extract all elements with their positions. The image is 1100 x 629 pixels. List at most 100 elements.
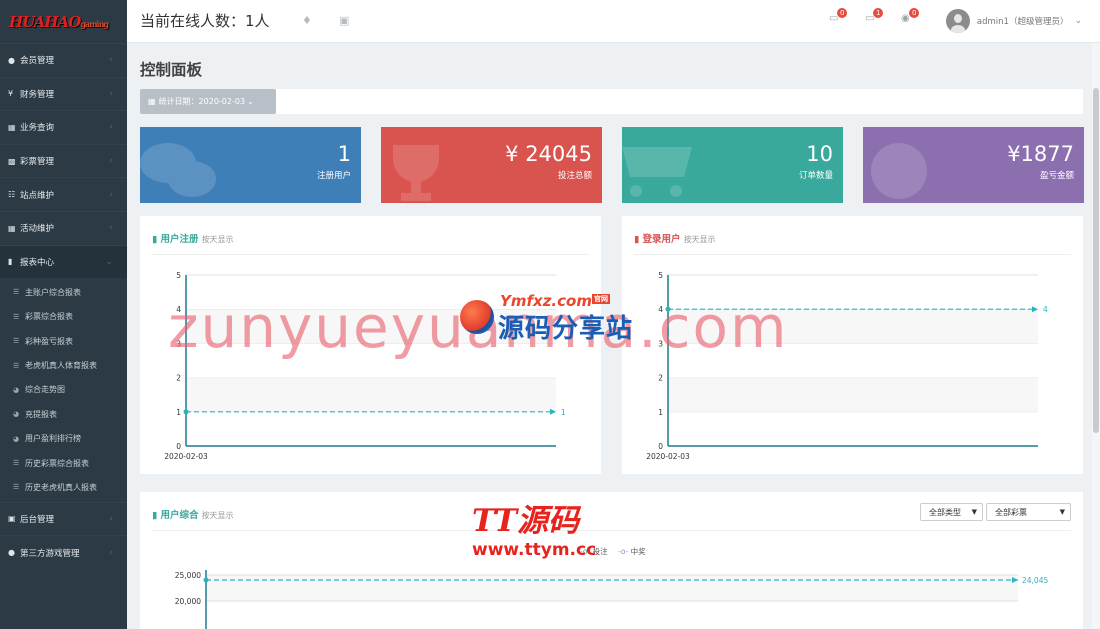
- submenu-item[interactable]: ☰ 老虎机真人体育报表: [0, 353, 127, 377]
- scrollbar[interactable]: [1092, 43, 1100, 629]
- stat-card-bets[interactable]: ¥ 24045 投注总额: [381, 127, 602, 203]
- sidebar-item-label: 活动维护: [20, 224, 55, 235]
- legend-item-win[interactable]: -o- 中奖: [618, 546, 646, 557]
- stat-label: 盈亏金额: [1039, 171, 1074, 181]
- chevron-left-icon: ‹: [109, 156, 113, 167]
- date-bar: ▦ 统计日期：2020-02-03 ⌄: [140, 89, 1083, 114]
- submenu-item[interactable]: ◕ 综合走势图: [0, 378, 127, 402]
- stat-card-registered[interactable]: 1 注册用户: [140, 127, 361, 203]
- sidebar: HUAHAOgaming ● 会员管理 ‹ ¥ 财务管理 ‹ ▦ 业务查询 ‹ …: [0, 0, 127, 629]
- grid-icon: ▦: [8, 122, 16, 132]
- legend-item-bet[interactable]: -o- 投注: [580, 546, 608, 557]
- submenu-item[interactable]: ☰ 彩票综合报表: [0, 305, 127, 329]
- avatar: [945, 9, 970, 33]
- bell-icon[interactable]: ♦: [302, 14, 312, 27]
- logo-text: HUAHAOgaming: [9, 12, 109, 31]
- chevron-left-icon: ‹: [109, 513, 113, 524]
- y-tick-label: 2: [176, 374, 181, 383]
- sidebar-item-label: 后台管理: [20, 514, 55, 525]
- yen-icon: ¥: [8, 89, 14, 99]
- sidebar-item-label: 站点维护: [20, 190, 55, 201]
- submenu-item[interactable]: ☰ 彩种盈亏报表: [0, 329, 127, 353]
- lottery-select[interactable]: 全部彩票 ▼: [986, 503, 1071, 521]
- y-tick-label: 0: [658, 442, 663, 451]
- watermark-text: zunyueyuanma.com: [168, 293, 789, 361]
- sidebar-item-third-party[interactable]: ● 第三方游戏管理 ‹: [0, 535, 127, 569]
- sidebar-item-admin[interactable]: ▣ 后台管理 ‹: [0, 501, 127, 536]
- inbox-notification[interactable]: ▭ 0: [829, 8, 848, 27]
- sidebar-item-label: 会员管理: [20, 56, 55, 67]
- chevron-left-icon: ‹: [109, 88, 113, 99]
- data-point: [183, 409, 189, 415]
- y-tick-label: 1: [176, 408, 181, 417]
- submenu-item[interactable]: ◕ 充提报表: [0, 402, 127, 426]
- list-icon: ☰: [13, 483, 20, 492]
- chevron-down-icon: ⌄: [105, 256, 113, 267]
- stat-card-profit[interactable]: ¥1877 盈亏金额: [863, 127, 1084, 203]
- y-tick-label: 2: [658, 374, 663, 383]
- y-tick-label: 5: [658, 271, 663, 280]
- grid-band: [668, 411, 1038, 446]
- chevron-left-icon: ‹: [109, 189, 113, 200]
- user-menu[interactable]: admin1（超级管理员） ⌄: [945, 9, 1082, 33]
- x-tick-label: 2020-02-03: [646, 452, 690, 461]
- list-icon: ☰: [13, 337, 20, 346]
- chevron-down-icon: ⌄: [1074, 16, 1082, 26]
- grid-band: [206, 575, 1018, 601]
- dropdown-arrow-icon: ▼: [971, 508, 977, 516]
- camera-notification[interactable]: ◉ 0: [901, 8, 920, 27]
- list-icon: ☰: [13, 288, 20, 297]
- sidebar-item-label: 第三方游戏管理: [20, 548, 80, 559]
- data-point: [203, 577, 209, 583]
- type-select[interactable]: 全部类型 ▼: [920, 503, 983, 521]
- cart-icon: [622, 147, 692, 197]
- lock-icon[interactable]: ▣: [339, 14, 349, 27]
- user-name: admin1（超级管理员）: [976, 17, 1069, 27]
- dropdown-arrow-icon: ▼: [1059, 508, 1065, 516]
- data-label: 4: [1043, 305, 1048, 314]
- chevron-left-icon: ‹: [109, 223, 113, 234]
- y-tick-label: 25,000: [175, 571, 201, 580]
- topbar: 当前在线人数：1人 ♦ ▣ ▭ 0 ▭ 1 ◉ 0 admin1（超级管理员） …: [127, 0, 1100, 43]
- y-tick-label: 0: [176, 442, 181, 451]
- submenu-item[interactable]: ◕ 用户盈利排行榜: [0, 427, 127, 451]
- y-tick-label: 20,000: [175, 597, 201, 606]
- chevron-left-icon: ‹: [109, 55, 113, 66]
- stat-card-orders[interactable]: 10 订单数量: [622, 127, 843, 203]
- desktop-icon: ▣: [8, 514, 16, 524]
- logo[interactable]: HUAHAOgaming: [0, 0, 127, 43]
- sidebar-item-label: 报表中心: [20, 257, 55, 268]
- user-icon: ●: [8, 55, 15, 65]
- tray-notification[interactable]: ▭ 1: [865, 8, 884, 27]
- calendar-icon: ▦: [8, 223, 16, 233]
- sidebar-item-label: 财务管理: [20, 89, 55, 100]
- sitemap-icon: ☷: [8, 190, 16, 200]
- stat-label: 投注总额: [557, 171, 592, 181]
- sidebar-item-lottery[interactable]: ▩ 彩票管理 ‹: [0, 143, 127, 178]
- submenu-item[interactable]: ☰ 历史老虎机真人报表: [0, 475, 127, 499]
- sidebar-item-label: 业务查询: [20, 123, 55, 134]
- sidebar-item-finance[interactable]: ¥ 财务管理 ‹: [0, 76, 127, 111]
- sidebar-item-reports[interactable]: ▮ 报表中心 ⌄: [0, 244, 127, 279]
- sidebar-item-activity[interactable]: ▦ 活动维护 ‹: [0, 210, 127, 245]
- chevron-left-icon: ‹: [109, 122, 113, 133]
- notification-badge: 1: [873, 8, 884, 18]
- stat-value: ¥ 24045: [505, 142, 592, 166]
- chevron-down-icon: ⌄: [247, 97, 254, 106]
- bar-chart-icon: ▮: [8, 257, 13, 267]
- scrollbar-thumb[interactable]: [1093, 88, 1099, 433]
- submenu-item[interactable]: ☰ 历史彩票综合报表: [0, 451, 127, 475]
- online-count: 当前在线人数：1人: [140, 12, 270, 30]
- y-tick-label: 5: [176, 271, 181, 280]
- x-tick-label: 2020-02-03: [164, 452, 208, 461]
- dashboard-icon: ◕: [13, 385, 20, 394]
- sidebar-item-members[interactable]: ● 会员管理 ‹: [0, 43, 127, 77]
- sidebar-item-label: 彩票管理: [20, 157, 55, 168]
- list-icon: ☰: [13, 312, 20, 321]
- sidebar-item-business[interactable]: ▦ 业务查询 ‹: [0, 110, 127, 144]
- dashboard-icon: ◕: [13, 410, 20, 419]
- sidebar-item-site[interactable]: ☷ 站点维护 ‹: [0, 177, 127, 211]
- grid-band: [186, 377, 556, 412]
- date-button[interactable]: ▦ 统计日期：2020-02-03 ⌄: [140, 89, 276, 114]
- submenu-item[interactable]: ☰ 主账户综合报表: [0, 280, 127, 304]
